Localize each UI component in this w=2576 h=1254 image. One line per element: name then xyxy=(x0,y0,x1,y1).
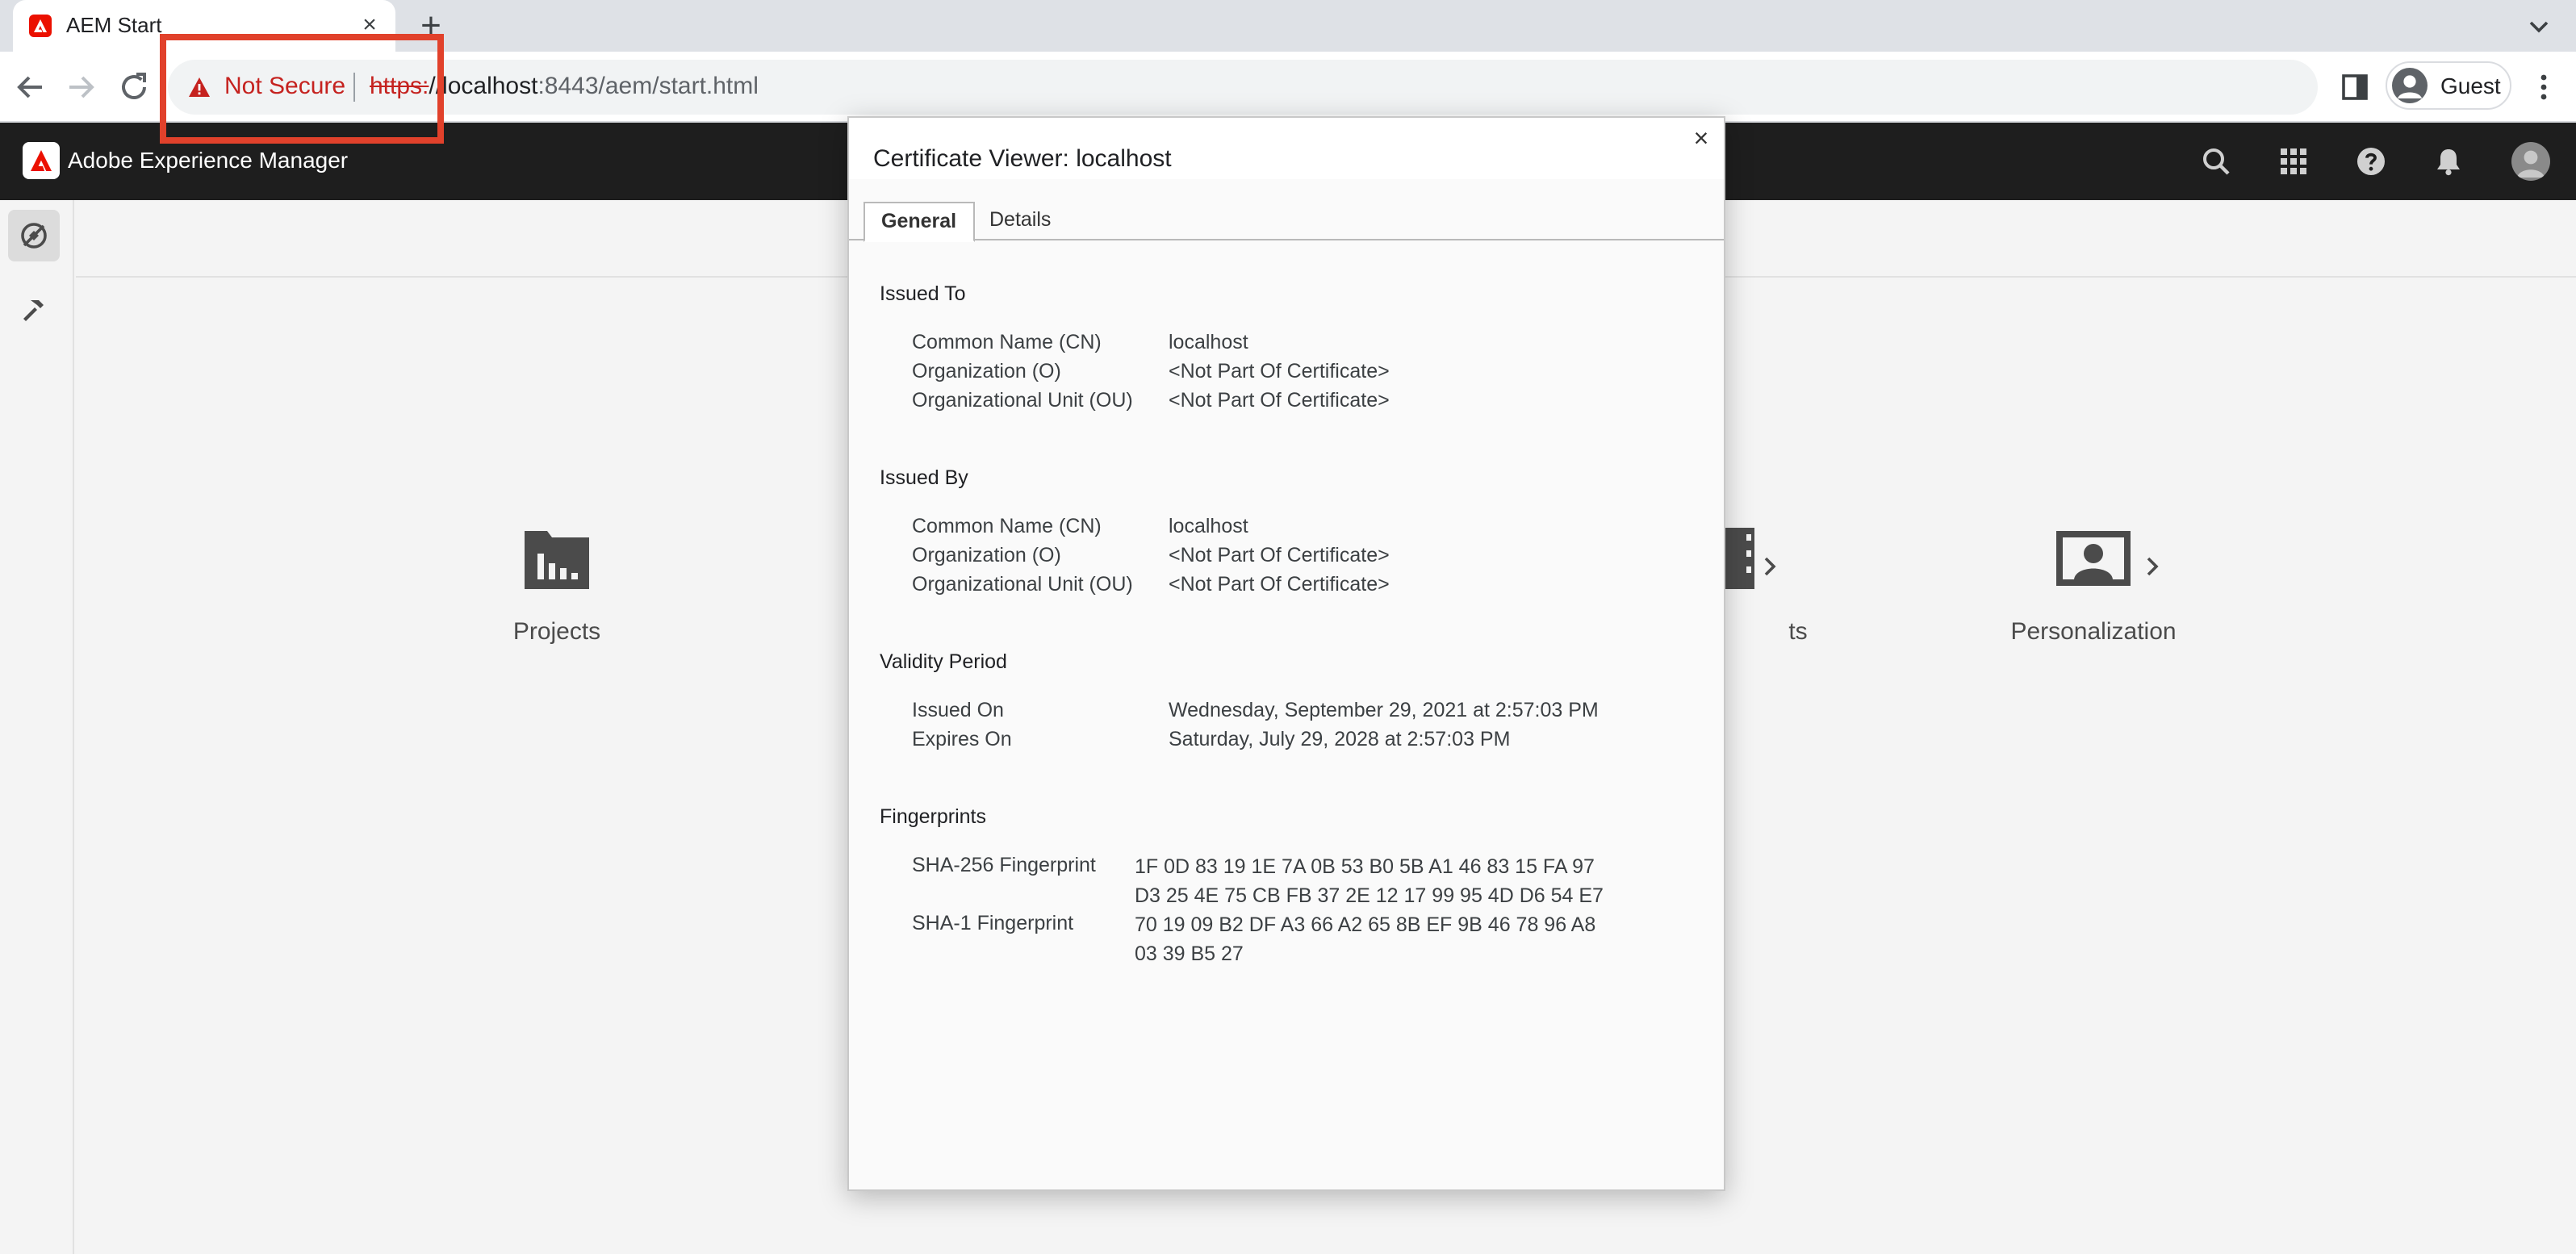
url-host: //localhost xyxy=(429,73,538,100)
search-icon[interactable] xyxy=(2200,145,2232,178)
issued-by-o-value: <Not Part Of Certificate> xyxy=(1169,544,1390,566)
tab-title: AEM Start xyxy=(66,13,162,37)
adobe-favicon-icon xyxy=(29,15,52,37)
personalization-tile[interactable]: Personalization xyxy=(1964,525,2223,646)
personalization-icon xyxy=(2056,531,2131,586)
issued-to-ou-value: <Not Part Of Certificate> xyxy=(1169,389,1390,412)
tools-button[interactable] xyxy=(8,284,60,336)
sha256-label: SHA-256 Fingerprint xyxy=(912,854,1096,876)
issued-by-cn-label: Common Name (CN) xyxy=(912,515,1102,537)
issued-on-label: Issued On xyxy=(912,699,1004,721)
sha256-line-1: 1F 0D 83 19 1E 7A 0B 53 B0 5B A1 46 83 1… xyxy=(1135,855,1595,878)
sha256-line-2: D3 25 4E 75 CB FB 37 2E 12 17 99 95 4D D… xyxy=(1135,884,1604,907)
navigation-button[interactable] xyxy=(8,210,60,261)
fingerprints-heading: Fingerprints xyxy=(880,805,986,828)
hammer-icon xyxy=(23,300,44,321)
profile-button[interactable]: Guest xyxy=(2386,61,2511,110)
highlight-annotation xyxy=(160,34,444,144)
sha1-line-1: 70 19 09 B2 DF A3 66 A2 65 8B EF 9B 46 7… xyxy=(1135,913,1596,936)
projects-icon xyxy=(525,531,589,589)
left-rail xyxy=(0,200,74,1254)
projects-label: Projects xyxy=(512,618,601,646)
projects-tile[interactable]: Projects xyxy=(428,525,686,646)
tab-general[interactable]: General xyxy=(864,202,975,242)
tab-details[interactable]: Details xyxy=(973,202,1067,240)
issued-to-o-label: Organization (O) xyxy=(912,360,1061,382)
compass-icon xyxy=(21,223,47,249)
profile-label: Guest xyxy=(2440,73,2501,98)
personalization-label: Personalization xyxy=(2010,618,2177,646)
certificate-viewer-title: Certificate Viewer: localhost xyxy=(873,145,1172,173)
side-panel-icon[interactable] xyxy=(2340,73,2369,102)
address-bar[interactable]: Not Secure https://localhost:8443/aem/st… xyxy=(168,60,2318,115)
help-icon[interactable] xyxy=(2355,145,2387,178)
issued-to-ou-label: Organizational Unit (OU) xyxy=(912,389,1133,412)
sha1-label: SHA-1 Fingerprint xyxy=(912,912,1074,934)
user-avatar-icon[interactable] xyxy=(2511,142,2550,181)
issued-by-ou-value: <Not Part Of Certificate> xyxy=(1169,573,1390,596)
browser-menu-icon[interactable] xyxy=(2528,71,2560,103)
validity-heading: Validity Period xyxy=(880,650,1007,673)
expires-on-label: Expires On xyxy=(912,728,1012,750)
issued-to-o-value: <Not Part Of Certificate> xyxy=(1169,360,1390,382)
issued-by-o-label: Organization (O) xyxy=(912,544,1061,566)
issued-on-value: Wednesday, September 29, 2021 at 2:57:03… xyxy=(1169,699,1599,721)
issued-by-ou-label: Organizational Unit (OU) xyxy=(912,573,1133,596)
forward-arrow-icon[interactable] xyxy=(61,68,100,107)
certificate-viewer-dialog: Certificate Viewer: localhost × General … xyxy=(847,116,1725,1191)
solutions-grid-icon[interactable] xyxy=(2277,145,2310,178)
notifications-bell-icon[interactable] xyxy=(2432,145,2465,178)
issued-by-heading: Issued By xyxy=(880,466,968,489)
issued-by-cn-value: localhost xyxy=(1169,515,1248,537)
issued-to-cn-label: Common Name (CN) xyxy=(912,331,1102,353)
reload-icon[interactable] xyxy=(115,68,153,107)
certificate-tabs: General Details xyxy=(849,202,1724,242)
profile-avatar-icon xyxy=(2392,68,2428,103)
tab-search-chevron-icon[interactable] xyxy=(2524,11,2553,40)
back-arrow-icon[interactable] xyxy=(11,68,50,107)
certificate-viewer-titlebar: Certificate Viewer: localhost × xyxy=(849,118,1724,179)
assets-chevron-icon xyxy=(1764,557,1776,576)
personalization-chevron-icon xyxy=(2147,557,2159,576)
adobe-logo-icon[interactable] xyxy=(23,142,60,179)
url-path: :8443/aem/start.html xyxy=(537,73,759,100)
close-icon[interactable]: × xyxy=(1688,127,1714,153)
aem-app-title[interactable]: Adobe Experience Manager xyxy=(68,147,348,173)
issued-to-heading: Issued To xyxy=(880,282,966,305)
sha1-line-2: 03 39 B5 27 xyxy=(1135,943,1244,965)
issued-to-cn-value: localhost xyxy=(1169,331,1248,353)
expires-on-value: Saturday, July 29, 2028 at 2:57:03 PM xyxy=(1169,728,1511,750)
